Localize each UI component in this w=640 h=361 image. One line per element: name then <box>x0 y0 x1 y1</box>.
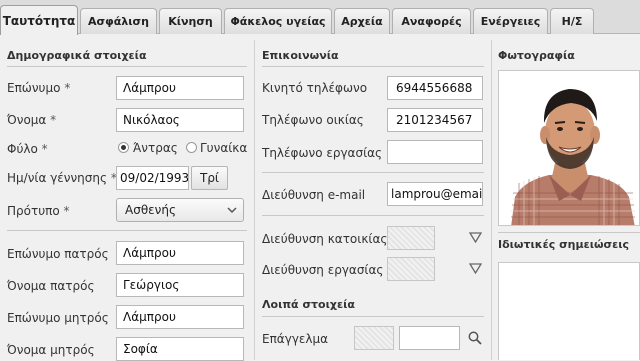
triangle-down-icon[interactable] <box>469 263 482 274</box>
column-divider <box>254 40 255 360</box>
mother-surname-label: Επώνυμο μητρός <box>7 311 109 325</box>
template-label: Πρότυπο * <box>7 204 70 218</box>
work-phone-label: Τηλέφωνο εργασίας <box>262 146 383 160</box>
surname-input[interactable]: Λάμπρου <box>116 76 244 100</box>
profession-code-field <box>354 326 394 350</box>
section-divider <box>7 230 247 231</box>
tab-label: Ταυτότητα <box>2 13 76 28</box>
chevron-down-icon <box>227 207 237 214</box>
tab-identity[interactable]: Ταυτότητα <box>0 5 78 35</box>
gender-male-label[interactable]: Άντρας <box>133 141 178 155</box>
template-select[interactable]: Ασθενής <box>116 198 244 222</box>
tab-label: Αναφορές <box>401 15 462 28</box>
weekday-button[interactable]: Τρί <box>191 166 228 190</box>
birthdate-input[interactable]: 09/02/1993 <box>116 166 189 190</box>
work-address-field <box>387 257 435 281</box>
tab-label: Κίνηση <box>168 15 213 28</box>
column-divider <box>491 40 492 360</box>
section-divider <box>498 232 640 233</box>
surname-label: Επώνυμο * <box>7 81 71 95</box>
tab-health-file[interactable]: Φάκελος υγείας <box>224 8 332 34</box>
firstname-label: Όνομα * <box>7 113 57 127</box>
profession-label: Επάγγελμα <box>262 332 329 346</box>
birthdate-label: Ημ/νία γέννησης * <box>7 171 117 185</box>
template-select-value: Ασθενής <box>125 203 176 217</box>
tab-hs[interactable]: Η/Σ <box>550 8 594 34</box>
gender-female-label[interactable]: Γυναίκα <box>200 141 247 155</box>
mother-name-label: Όνομα μητρός <box>7 343 95 357</box>
gender-label: Φύλο * <box>7 142 48 156</box>
email-label: Διεύθυνση e-mail <box>262 188 366 202</box>
work-phone-input[interactable] <box>387 140 483 164</box>
home-phone-label: Τηλέφωνο οικίας <box>262 113 364 127</box>
mother-surname-input[interactable]: Λάμπρου <box>116 305 244 329</box>
mobile-label: Κινητό τηλέφωνο <box>262 81 368 95</box>
father-surname-input[interactable]: Λάμπρου <box>116 241 244 265</box>
profession-input[interactable] <box>399 326 460 350</box>
tab-files[interactable]: Αρχεία <box>334 8 390 34</box>
section-divider <box>262 215 484 216</box>
section-divider <box>262 66 484 67</box>
tab-bar: Ταυτότητα Ασφάλιση Κίνηση Φάκελος υγείας… <box>0 0 640 35</box>
tab-label: Αρχεία <box>341 15 383 28</box>
contact-title: Επικοινωνία <box>262 49 339 62</box>
home-address-field <box>387 226 435 250</box>
private-notes-textarea[interactable] <box>498 262 640 360</box>
search-icon[interactable] <box>468 331 482 345</box>
mother-name-input[interactable]: Σοφία <box>116 337 244 361</box>
tab-reports[interactable]: Αναφορές <box>392 8 471 34</box>
tab-movement[interactable]: Κίνηση <box>159 8 222 34</box>
tab-actions[interactable]: Ενέργειες <box>473 8 548 34</box>
photo-title: Φωτογραφία <box>498 49 575 62</box>
other-title: Λοιπά στοιχεία <box>262 298 355 311</box>
tab-label: Η/Σ <box>561 15 583 28</box>
section-divider <box>7 66 247 67</box>
home-phone-input[interactable]: 2101234567 <box>387 108 483 132</box>
notes-title: Ιδιωτικές σημειώσεις <box>498 238 630 251</box>
section-divider <box>262 316 484 317</box>
demographics-title: Δημογραφικά στοιχεία <box>7 49 147 62</box>
father-surname-label: Επώνυμο πατρός <box>7 247 109 261</box>
tab-label: Ασφάλιση <box>88 15 149 28</box>
email-input[interactable]: lamprou@email. <box>387 182 483 206</box>
section-divider <box>262 172 484 173</box>
tab-insurance[interactable]: Ασφάλιση <box>80 8 157 34</box>
gender-male-radio[interactable] <box>118 142 129 153</box>
gender-female-radio[interactable] <box>186 142 197 153</box>
mobile-input[interactable]: 6944556688 <box>387 76 483 100</box>
patient-portrait-image <box>499 71 639 225</box>
triangle-down-icon[interactable] <box>469 232 482 243</box>
home-address-label: Διεύθυνση κατοικίας <box>262 232 388 246</box>
tab-label: Ενέργειες <box>480 15 541 28</box>
father-name-input[interactable]: Γεώργιος <box>116 273 244 297</box>
father-name-label: Όνομα πατρός <box>7 279 95 293</box>
work-address-label: Διεύθυνση εργασίας <box>262 263 384 277</box>
tab-label: Φάκελος υγείας <box>230 15 326 28</box>
firstname-input[interactable]: Νικόλαος <box>116 108 244 132</box>
patient-photo[interactable] <box>498 70 640 226</box>
